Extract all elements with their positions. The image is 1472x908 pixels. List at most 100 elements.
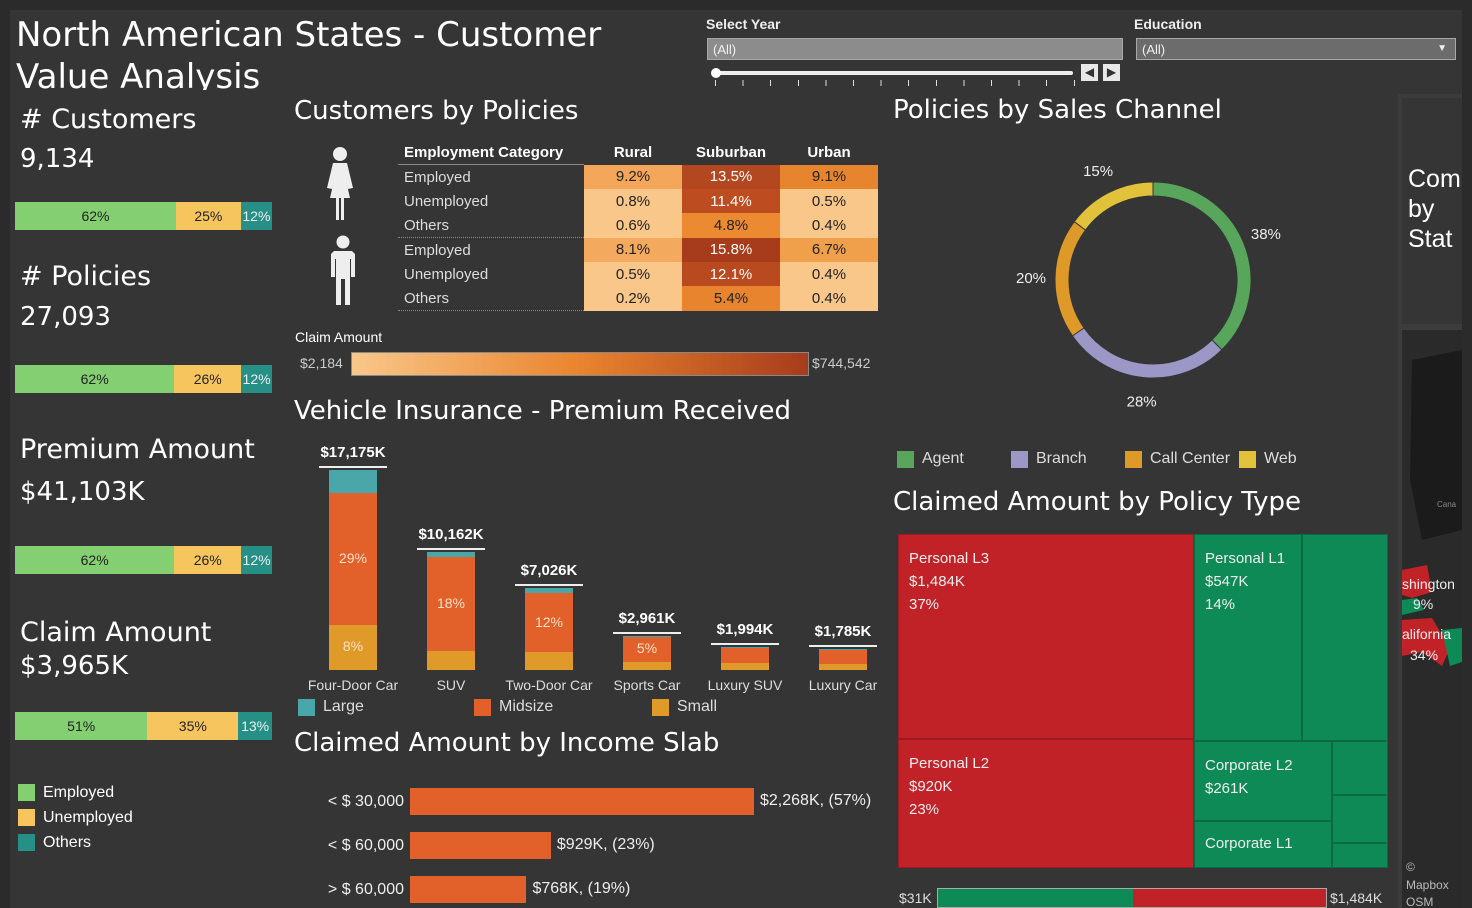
state-map[interactable]: Cana shington 9% alifornia 34% © Mapbox … [1402, 330, 1462, 908]
kpi-segment-unemployed[interactable]: 26% [174, 546, 242, 574]
heat-cell[interactable]: 0.4% [780, 262, 878, 286]
heat-cell[interactable]: 0.8% [584, 189, 682, 213]
x-axis-label: Luxury Car [808, 677, 878, 693]
table-row: Unemployed 0.5% 12.1% 0.4% [398, 262, 878, 286]
vehicle-chart-title: Vehicle Insurance - Premium Received [294, 396, 791, 426]
page-title: North American States - Customer Value A… [16, 15, 602, 90]
legend-large[interactable]: Large [298, 698, 474, 716]
map-mapbox-link[interactable]: Mapbox [1406, 878, 1449, 892]
treemap-personal-l1[interactable]: Personal L1 $547K 14% [1194, 534, 1302, 741]
kpi-segment-others[interactable]: 12% [241, 365, 272, 393]
col-header-rural: Rural [613, 143, 653, 161]
kpi-segment-others[interactable]: 12% [241, 546, 272, 574]
year-filter-input[interactable]: (All) [707, 38, 1123, 60]
kpi-segment-employed[interactable]: 62% [15, 365, 175, 393]
heat-cell[interactable]: 5.4% [682, 286, 780, 311]
legend-small[interactable]: Small [652, 698, 772, 716]
income-slab-bar[interactable] [410, 876, 527, 903]
heat-cell[interactable]: 8.1% [584, 237, 682, 262]
bar-segment-large[interactable] [329, 470, 377, 494]
swatch-icon [298, 698, 315, 716]
legend-label: Branch [1036, 450, 1087, 467]
treemap-pct: 37% [909, 596, 940, 613]
donut-slice-call-center[interactable] [1054, 220, 1087, 337]
treemap-corporate-l2-sub2[interactable] [1332, 795, 1388, 843]
treemap-pct: 23% [909, 801, 940, 818]
bar-segment-small[interactable] [525, 652, 573, 670]
kpi-segment-unemployed[interactable]: 25% [175, 202, 241, 230]
customers-policies-body: Employed 9.2% 13.5% 9.1% Unemployed 0.8% 11.4%… [398, 164, 878, 311]
legend-branch[interactable]: Branch [1011, 450, 1125, 468]
heat-cell[interactable]: 6.7% [780, 237, 878, 262]
treemap-label: Personal L3 [909, 550, 990, 567]
treemap-corporate-l2[interactable]: Corporate L2 $261K [1194, 741, 1332, 821]
kpi-segment-others[interactable]: 12% [240, 202, 272, 230]
legend-label: Employed [43, 783, 115, 801]
bar-segment-small[interactable] [819, 664, 867, 670]
donut-slice-branch[interactable] [1071, 327, 1223, 379]
prev-year-button[interactable]: ◀ [1081, 64, 1098, 81]
legend-web[interactable]: Web [1239, 450, 1319, 468]
dashboard: North American States - Customer Value A… [10, 10, 1462, 908]
treemap-personal-l2[interactable]: Personal L2 $920K 23% [898, 739, 1194, 868]
legend-agent[interactable]: Agent [897, 450, 1011, 468]
heat-cell[interactable]: 0.6% [584, 213, 682, 238]
slider-handle[interactable] [711, 68, 721, 78]
next-year-button[interactable]: ▶ [1103, 64, 1120, 81]
bar-segment-midsize[interactable] [819, 649, 867, 665]
total-reference-line [515, 584, 583, 587]
map-washington-label: shington [1402, 576, 1455, 592]
bar-segment-small[interactable] [721, 663, 769, 670]
heat-cell[interactable]: 11.4% [682, 189, 780, 213]
heat-cell[interactable]: 13.5% [682, 164, 780, 189]
bar-segment-small[interactable] [427, 650, 475, 670]
heat-cell[interactable]: 4.8% [682, 213, 780, 238]
map-osm-link[interactable]: OSM [1406, 895, 1433, 908]
policy-type-title: Claimed Amount by Policy Type [893, 487, 1301, 517]
legend-unemployed[interactable]: Unemployed [18, 805, 133, 830]
income-slab-bar[interactable] [410, 832, 551, 859]
heat-cell[interactable]: 15.8% [682, 237, 780, 262]
kpi-segment-employed[interactable]: 62% [15, 546, 175, 574]
bar-segment-midsize[interactable] [721, 647, 769, 664]
bar-segment-small[interactable] [623, 662, 671, 670]
heat-cell[interactable]: 0.4% [780, 213, 878, 238]
income-slab-bar[interactable] [410, 788, 754, 815]
heat-cell[interactable]: 12.1% [682, 262, 780, 286]
donut-slice-web[interactable] [1073, 181, 1154, 231]
kpi-label: # Policies [20, 261, 152, 292]
row-label: Others [398, 213, 584, 238]
legend-others[interactable]: Others [18, 830, 133, 855]
heat-cell[interactable]: 0.4% [780, 286, 878, 311]
treemap-corporate-l1-sub[interactable] [1332, 843, 1388, 868]
legend-call-center[interactable]: Call Center [1125, 450, 1239, 468]
treemap-corporate-l1[interactable]: Corporate L1 [1194, 821, 1332, 868]
heat-cell[interactable]: 9.1% [780, 164, 878, 189]
kpi-segment-unemployed[interactable]: 35% [147, 712, 239, 740]
legend-midsize[interactable]: Midsize [474, 698, 652, 716]
kpi-segment-employed[interactable]: 51% [15, 712, 148, 740]
treemap-corporate-l2-sub[interactable] [1332, 741, 1388, 795]
total-reference-line [417, 547, 485, 550]
total-reference-line [613, 631, 681, 634]
heat-cell[interactable]: 0.2% [584, 286, 682, 311]
swatch-icon [652, 698, 669, 716]
total-reference-line [319, 466, 387, 468]
map-california-label: alifornia [1402, 626, 1452, 642]
heat-cell[interactable]: 0.5% [780, 189, 878, 213]
kpi-segment-others[interactable]: 13% [238, 712, 272, 740]
treemap-personal-l3[interactable]: Personal L3 $1,484K 37% [898, 534, 1194, 739]
income-slab-value: $768K, (19%) [532, 880, 631, 897]
heat-cell[interactable]: 0.5% [584, 262, 682, 286]
swatch-icon [474, 698, 491, 716]
education-dropdown[interactable]: (All) ▼ [1136, 38, 1456, 60]
treemap-personal-l1-sub[interactable] [1302, 534, 1388, 741]
x-axis-label: SUV [436, 677, 466, 693]
legend-employed[interactable]: Employed [18, 780, 133, 805]
kpi-segment-unemployed[interactable]: 26% [174, 365, 242, 393]
year-slider[interactable] [711, 68, 1073, 80]
donut-slice-agent[interactable] [1152, 181, 1252, 351]
segment-label: 29% [338, 550, 368, 567]
heat-cell[interactable]: 9.2% [584, 164, 682, 189]
kpi-segment-employed[interactable]: 62% [15, 202, 176, 230]
